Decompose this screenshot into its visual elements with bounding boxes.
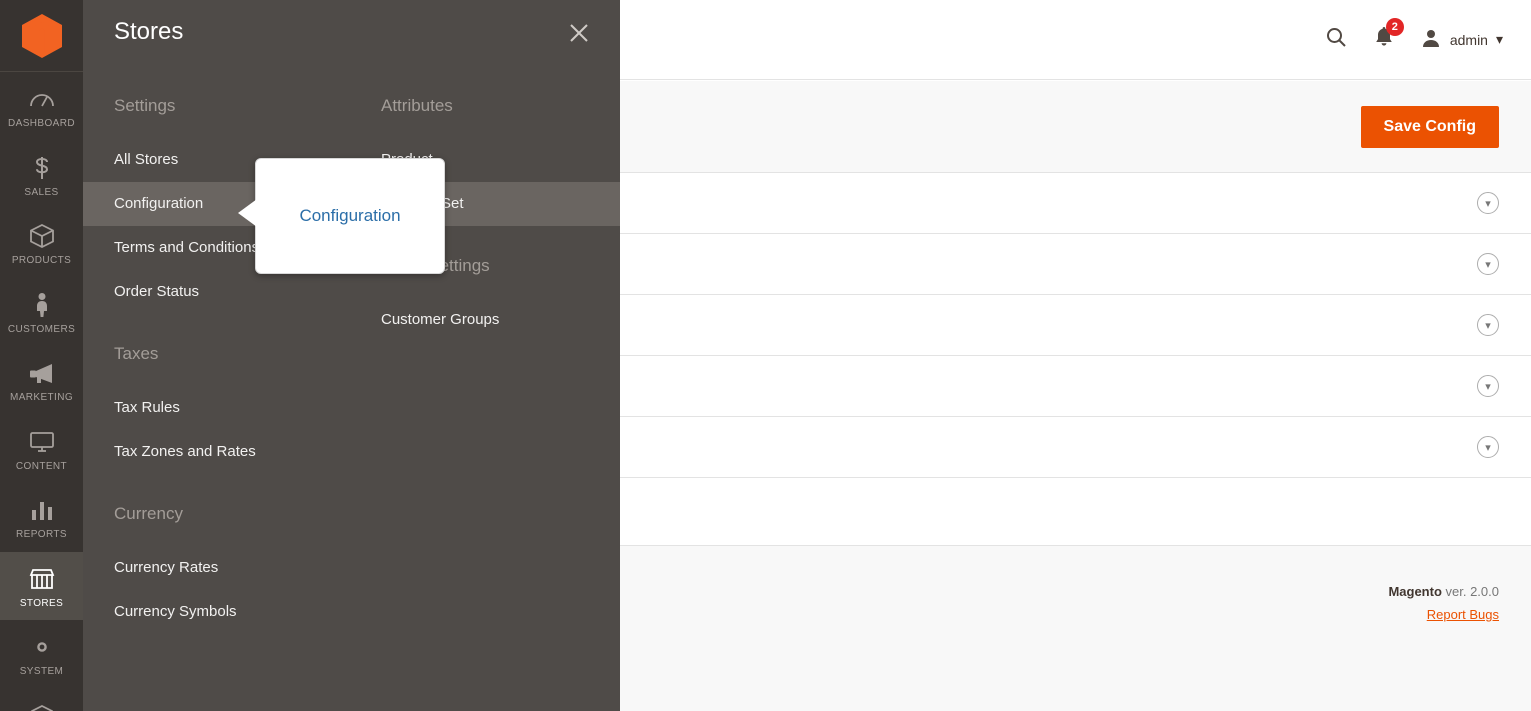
flyout-group-title-currency: Currency [114, 504, 183, 523]
bar-chart-icon [29, 495, 55, 525]
sidebar-item-label: DASHBOARD [8, 118, 75, 129]
callout-label: Configuration [299, 206, 401, 225]
monitor-icon [29, 427, 55, 457]
close-icon[interactable] [564, 18, 594, 48]
search-icon [1324, 25, 1348, 54]
person-icon [32, 290, 52, 320]
admin-user-menu[interactable]: admin ▾ [1420, 27, 1503, 52]
search-button[interactable] [1324, 25, 1348, 54]
stores-flyout-menu: Stores Settings All Stores Configuration… [83, 0, 620, 711]
cube-icon [29, 701, 55, 711]
flyout-title: Stores [114, 18, 184, 45]
menu-item-tax-rules[interactable]: Tax Rules [114, 386, 374, 430]
dollar-icon [32, 153, 52, 183]
sidebar-item-label: MARKETING [9, 392, 74, 403]
sidebar-item-sales[interactable]: SALES [0, 141, 83, 210]
menu-item-currency-symbols[interactable]: Currency Symbols [114, 590, 374, 634]
admin-user-name: admin [1449, 31, 1488, 48]
magento-brand: Magento [1388, 584, 1442, 599]
chevron-down-icon[interactable]: ▾ [1477, 253, 1499, 275]
sidebar-item-label: SYSTEM [19, 666, 64, 677]
sidebar-item-find-partners-extensions[interactable]: FIND PARTNERS & EXTENSIONS [0, 689, 83, 711]
admin-sidebar: DASHBOARD SALES PRODUCTS CUSTOMERS MARKE… [0, 0, 83, 711]
sidebar-item-content[interactable]: CONTENT [0, 415, 83, 484]
sidebar-item-dashboard[interactable]: DASHBOARD [0, 72, 83, 141]
sidebar-item-marketing[interactable]: MARKETING [0, 346, 83, 415]
chevron-down-icon[interactable]: ▾ [1477, 375, 1499, 397]
gear-icon [29, 632, 55, 662]
chevron-down-icon[interactable]: ▾ [1477, 192, 1499, 214]
sidebar-item-customers[interactable]: CUSTOMERS [0, 278, 83, 347]
menu-item-currency-rates[interactable]: Currency Rates [114, 546, 374, 590]
sidebar-item-label: REPORTS [16, 529, 67, 540]
sidebar-item-label: SALES [24, 186, 59, 198]
notifications-button[interactable]: 2 [1374, 18, 1404, 53]
menu-item-tax-zones-and-rates[interactable]: Tax Zones and Rates [114, 430, 374, 474]
magento-logo-icon[interactable] [0, 0, 83, 72]
save-config-button[interactable]: Save Config [1360, 105, 1499, 148]
sidebar-item-label: STORES [19, 597, 64, 609]
chevron-down-icon[interactable]: ▾ [1477, 314, 1499, 336]
sidebar-item-system[interactable]: SYSTEM [0, 620, 83, 689]
menu-item-order-status[interactable]: Order Status [114, 270, 374, 314]
flyout-group-title-settings: Settings [114, 96, 176, 115]
sidebar-item-label: CUSTOMERS [7, 323, 76, 335]
notifications-count-badge: 2 [1385, 18, 1404, 36]
sidebar-item-label: PRODUCTS [11, 255, 72, 266]
store-icon [28, 564, 56, 594]
magento-version-number: ver. 2.0.0 [1445, 584, 1499, 599]
flyout-group-title-attributes: Attributes [381, 96, 453, 115]
dashboard-icon [29, 84, 55, 114]
megaphone-icon [28, 358, 56, 388]
configuration-callout-tooltip: Configuration [236, 158, 445, 274]
sidebar-item-label: CONTENT [15, 460, 68, 472]
flyout-group-title-taxes: Taxes [114, 344, 159, 363]
chevron-down-icon[interactable]: ▾ [1477, 436, 1499, 458]
admin-window: 2 admin ▾ Save Config ▾ ▾ ▾ ▾ ▾ Magento … [0, 0, 1531, 711]
sidebar-item-products[interactable]: PRODUCTS [0, 209, 83, 278]
menu-item-customer-groups[interactable]: Customer Groups [381, 298, 611, 342]
chevron-down-icon: ▾ [1495, 31, 1503, 47]
box-icon [29, 221, 55, 251]
user-avatar-icon [1420, 27, 1442, 52]
sidebar-item-reports[interactable]: REPORTS [0, 483, 83, 552]
sidebar-item-stores[interactable]: STORES [0, 551, 83, 620]
